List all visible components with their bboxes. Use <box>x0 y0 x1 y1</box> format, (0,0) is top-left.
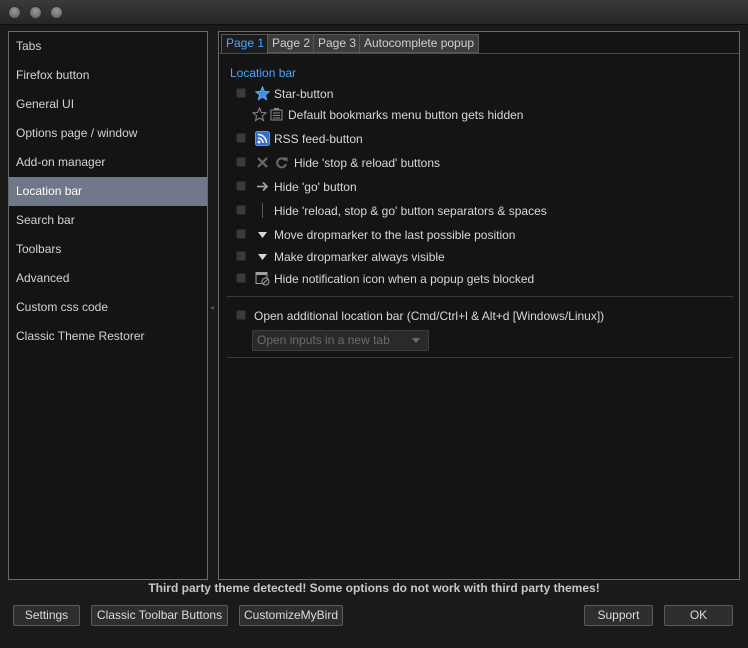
triangle-down-icon <box>255 227 270 242</box>
reload-icon <box>274 155 289 170</box>
option-default-bookmarks: Default bookmarks menu button gets hidde… <box>219 105 739 125</box>
dropmarker-visible-label: Make dropmarker always visible <box>274 250 445 264</box>
hide-stop-reload-checkbox[interactable] <box>236 157 246 167</box>
tab-underline <box>219 53 739 54</box>
popup-blocked-icon <box>255 271 270 286</box>
title-bar <box>0 0 748 25</box>
classic-toolbar-buttons-button[interactable]: Classic Toolbar Buttons <box>91 605 228 626</box>
tab-autocomplete-popup[interactable]: Autocomplete popup <box>359 34 480 53</box>
chevron-down-icon <box>412 338 420 343</box>
triangle-down-icon <box>255 249 270 264</box>
dropdown-value: Open inputs in a new tab <box>257 333 390 347</box>
content-panel: Page 1 Page 2 Page 3 Autocomplete popup … <box>218 31 740 580</box>
tab-page-1[interactable]: Page 1 <box>221 34 270 54</box>
sidebar-item-search-bar[interactable]: Search bar <box>9 206 207 235</box>
option-hide-separators: Hide 'reload, stop & go' button separato… <box>219 201 739 221</box>
hide-stop-reload-label: Hide 'stop & reload' buttons <box>294 156 441 170</box>
dropmarker-visible-checkbox[interactable] <box>236 251 246 261</box>
separator-icon <box>255 203 270 218</box>
splitter-grip[interactable]: ◂ <box>210 303 214 312</box>
section-divider <box>227 296 733 297</box>
settings-button[interactable]: Settings <box>13 605 80 626</box>
option-hide-notification: Hide notification icon when a popup gets… <box>219 269 739 289</box>
ok-button[interactable]: OK <box>664 605 733 626</box>
hide-go-checkbox[interactable] <box>236 181 246 191</box>
additional-location-label: Open additional location bar (Cmd/Ctrl+l… <box>254 309 605 323</box>
option-hide-go: Hide 'go' button <box>219 177 739 197</box>
bookmarks-menu-icon <box>269 107 284 122</box>
tab-page-3[interactable]: Page 3 <box>313 34 362 53</box>
arrow-right-icon <box>255 179 270 194</box>
option-dropmarker-visible: Make dropmarker always visible <box>219 247 739 267</box>
rss-icon <box>255 131 270 146</box>
section-divider-bottom <box>227 357 733 358</box>
rss-feed-checkbox[interactable] <box>236 133 246 143</box>
hide-go-label: Hide 'go' button <box>274 180 357 194</box>
sidebar-item-location-bar[interactable]: Location bar <box>9 177 207 206</box>
sidebar: Tabs Firefox button General UI Options p… <box>8 31 208 580</box>
star-icon <box>255 86 270 101</box>
option-star-button: Star-button <box>219 84 739 104</box>
hide-notification-label: Hide notification icon when a popup gets… <box>274 272 535 286</box>
sidebar-item-general-ui[interactable]: General UI <box>9 90 207 119</box>
close-window-button[interactable] <box>8 6 21 19</box>
sidebar-item-advanced[interactable]: Advanced <box>9 264 207 293</box>
third-party-warning: Third party theme detected! Some options… <box>148 581 600 595</box>
default-bookmarks-label: Default bookmarks menu button gets hidde… <box>288 108 524 122</box>
option-hide-stop-reload: Hide 'stop & reload' buttons <box>219 153 739 173</box>
star-outline-icon <box>252 107 267 122</box>
hide-separators-checkbox[interactable] <box>236 205 246 215</box>
sidebar-item-custom-css[interactable]: Custom css code <box>9 293 207 322</box>
section-title: Location bar <box>230 66 297 80</box>
zoom-window-button[interactable] <box>50 6 63 19</box>
move-dropmarker-checkbox[interactable] <box>236 229 246 239</box>
sidebar-item-classic-theme-restorer[interactable]: Classic Theme Restorer <box>9 322 207 351</box>
customize-my-bird-button[interactable]: CustomizeMyBird <box>239 605 343 626</box>
tab-page-2[interactable]: Page 2 <box>267 34 316 53</box>
star-button-label: Star-button <box>274 87 334 101</box>
sidebar-item-firefox-button[interactable]: Firefox button <box>9 61 207 90</box>
sidebar-item-toolbars[interactable]: Toolbars <box>9 235 207 264</box>
hide-notification-checkbox[interactable] <box>236 273 246 283</box>
option-rss-feed: RSS feed-button <box>219 129 739 149</box>
open-inputs-dropdown[interactable]: Open inputs in a new tab <box>252 330 429 351</box>
sidebar-item-tabs[interactable]: Tabs <box>9 32 207 61</box>
rss-feed-label: RSS feed-button <box>274 132 363 146</box>
move-dropmarker-label: Move dropmarker to the last possible pos… <box>274 228 516 242</box>
sidebar-item-options-page[interactable]: Options page / window <box>9 119 207 148</box>
sidebar-item-addon-manager[interactable]: Add-on manager <box>9 148 207 177</box>
stop-icon <box>255 155 270 170</box>
option-move-dropmarker: Move dropmarker to the last possible pos… <box>219 225 739 245</box>
hide-separators-label: Hide 'reload, stop & go' button separato… <box>274 204 547 218</box>
support-button[interactable]: Support <box>584 605 653 626</box>
star-button-checkbox[interactable] <box>236 88 246 98</box>
option-additional-location: Open additional location bar (Cmd/Ctrl+l… <box>219 306 739 326</box>
additional-location-checkbox[interactable] <box>236 310 246 320</box>
minimize-window-button[interactable] <box>29 6 42 19</box>
